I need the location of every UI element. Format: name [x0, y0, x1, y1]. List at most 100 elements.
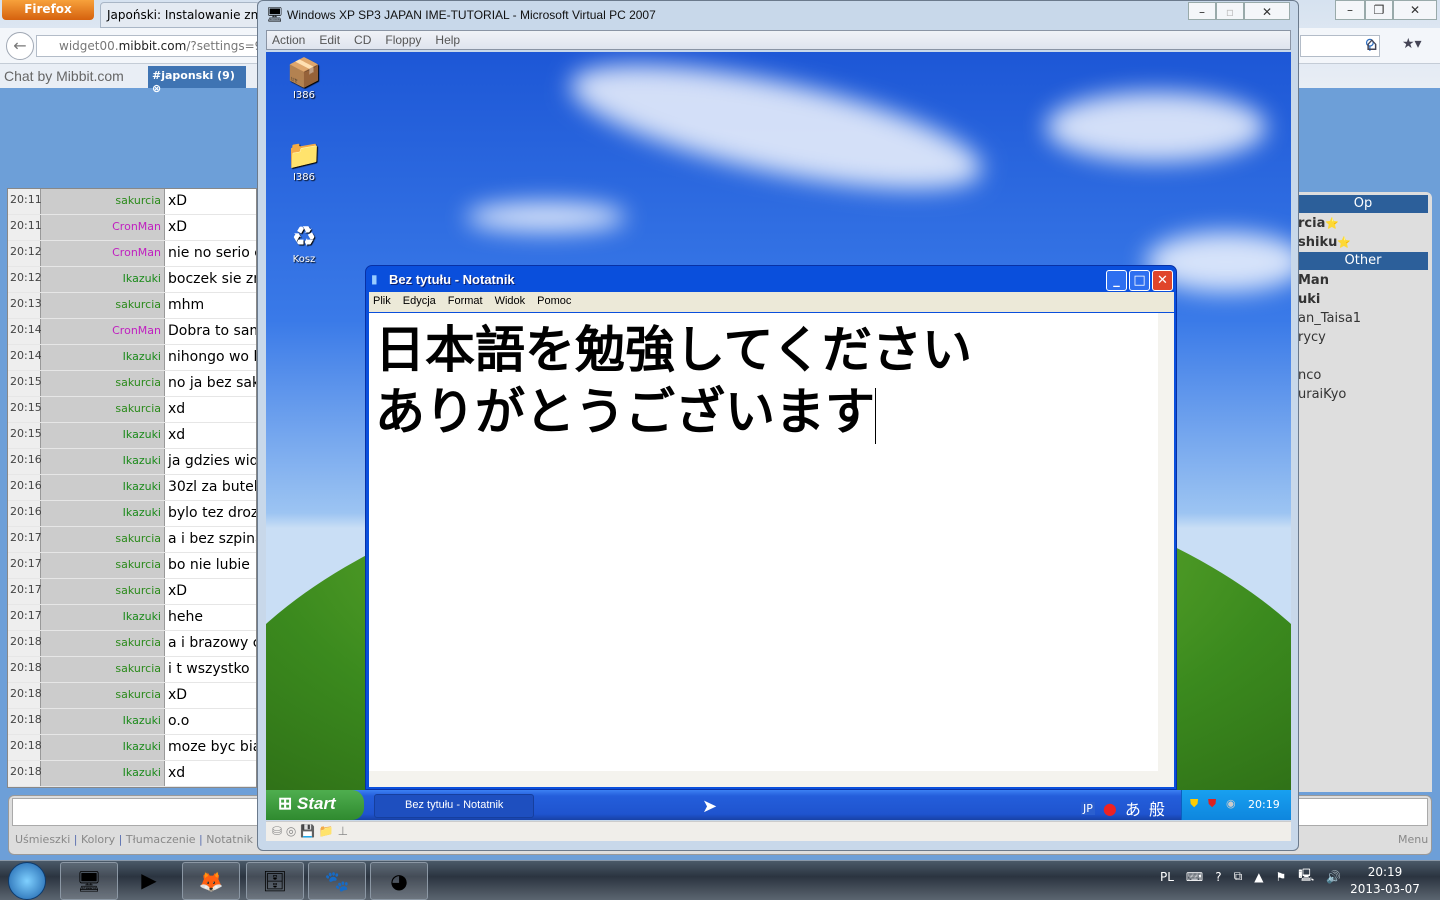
- taskbar-firefox-icon[interactable]: 🦊: [182, 862, 240, 900]
- keyboard-icon[interactable]: ⌨: [1186, 870, 1203, 884]
- desktop-icon[interactable]: 📦 I386: [274, 56, 334, 101]
- message-time: 20:16: [8, 449, 42, 474]
- vpc-menu-item[interactable]: CD: [354, 31, 371, 49]
- menu-link[interactable]: Menu: [1398, 833, 1428, 846]
- close-tab-icon[interactable]: ⊗: [152, 82, 161, 95]
- drive-icons[interactable]: ⛁ ◎ 💾 📁 ⊥: [272, 824, 348, 838]
- bookmarks-icon[interactable]: ★▾: [1402, 36, 1422, 52]
- clock[interactable]: 20:19 2013-03-07: [1350, 864, 1420, 898]
- user-item[interactable]: shiku⭐: [1298, 233, 1432, 252]
- message-nick[interactable]: CronMan: [41, 215, 164, 240]
- user-item[interactable]: an_Taisa1: [1298, 309, 1432, 328]
- message-nick[interactable]: sakurcia: [41, 657, 164, 682]
- message-nick[interactable]: Ikazuki: [41, 423, 164, 448]
- restore-button[interactable]: ❐: [1365, 0, 1393, 20]
- user-item[interactable]: rycy: [1298, 328, 1432, 347]
- user-item[interactable]: rcia⭐: [1298, 214, 1432, 233]
- message-nick[interactable]: Ikazuki: [41, 345, 164, 370]
- toolbar-link[interactable]: Kolory: [81, 833, 115, 846]
- horizontal-scrollbar[interactable]: [369, 771, 1174, 787]
- vpc-menu-item[interactable]: Floppy: [385, 31, 421, 49]
- ime-bar[interactable]: JP ● あ 般: [1081, 796, 1165, 820]
- vpc-minimize-button[interactable]: –: [1188, 2, 1216, 20]
- vpc-close-button[interactable]: ✕: [1244, 2, 1290, 20]
- message-nick[interactable]: sakurcia: [41, 397, 164, 422]
- user-item[interactable]: Man: [1298, 271, 1432, 290]
- message-nick[interactable]: sakurcia: [41, 683, 164, 708]
- user-item[interactable]: uki: [1298, 290, 1432, 309]
- action-center-flag-icon[interactable]: ⚑: [1275, 870, 1286, 884]
- notepad-maximize-button[interactable]: □: [1129, 270, 1150, 291]
- message-nick[interactable]: sakurcia: [41, 527, 164, 552]
- message-nick[interactable]: CronMan: [41, 241, 164, 266]
- show-hidden-icons[interactable]: ▲: [1254, 870, 1263, 884]
- message-nick[interactable]: Ikazuki: [41, 449, 164, 474]
- start-orb[interactable]: [8, 862, 46, 900]
- home-icon[interactable]: ⌂: [1366, 34, 1377, 55]
- user-item[interactable]: uraiKyo: [1298, 385, 1432, 404]
- user-list[interactable]: Op rcia⭐ shiku⭐ Other Man uki an_Taisa1 rycy…: [1298, 192, 1432, 792]
- close-button[interactable]: ✕: [1393, 0, 1437, 20]
- desktop-icon[interactable]: ♻ Kosz: [274, 220, 334, 265]
- message-nick[interactable]: sakurcia: [41, 189, 164, 214]
- toolbar-link[interactable]: Notatnik: [206, 833, 253, 846]
- taskbar-item-notepad[interactable]: Bez tytułu - Notatnik: [374, 794, 534, 818]
- notepad-menu-item[interactable]: Edycja: [403, 292, 436, 312]
- message-nick[interactable]: Ikazuki: [41, 709, 164, 734]
- security-shield-icon[interactable]: ⛊: [1190, 797, 1198, 811]
- language-indicator[interactable]: PL: [1160, 870, 1174, 884]
- message-nick[interactable]: Ikazuki: [41, 501, 164, 526]
- vpc-maximize-button[interactable]: ▫: [1216, 2, 1244, 20]
- taskbar-virtual-pc-icon[interactable]: 🗄: [246, 862, 304, 900]
- desktop-icon[interactable]: 📁 I386: [274, 138, 334, 183]
- message-nick[interactable]: sakurcia: [41, 371, 164, 396]
- volume-icon[interactable]: 🔊: [1326, 870, 1341, 884]
- vertical-scrollbar[interactable]: [1158, 313, 1174, 771]
- network-icon[interactable]: 🖳: [1298, 866, 1314, 887]
- ime-conversion-mode[interactable]: 般: [1149, 796, 1165, 820]
- notepad-menu-item[interactable]: Format: [448, 292, 483, 312]
- toolbar-link[interactable]: Uśmieszki: [15, 833, 70, 846]
- vpc-menu-item[interactable]: Edit: [319, 31, 340, 49]
- taskbar-gimp-icon[interactable]: 🐾: [308, 862, 366, 900]
- taskbar-media-player-icon[interactable]: ▶: [120, 862, 178, 900]
- url-bar[interactable]: widget00.mibbit.com/?settings=9070: [36, 35, 258, 57]
- ime-icon[interactable]: ●: [1103, 799, 1117, 818]
- message-nick[interactable]: sakurcia: [41, 293, 164, 318]
- chat-log[interactable]: 20:11 sakurcia xD 20:11 CronMan xD 20:12 CronMa…: [7, 188, 257, 788]
- message-nick[interactable]: Ikazuki: [41, 475, 164, 500]
- start-button[interactable]: ⊞ Start: [266, 790, 364, 820]
- ime-language[interactable]: JP: [1081, 801, 1095, 815]
- message-nick[interactable]: Ikazuki: [41, 735, 164, 760]
- back-button[interactable]: ←: [6, 32, 34, 60]
- message-nick[interactable]: Ikazuki: [41, 267, 164, 292]
- ime-toggle-icon[interactable]: ⧉: [1234, 869, 1243, 884]
- taskbar-picasa-icon[interactable]: ◕: [370, 862, 428, 900]
- vpc-menu-item[interactable]: Action: [272, 31, 305, 49]
- minimize-button[interactable]: –: [1335, 0, 1365, 20]
- channel-tab[interactable]: #japonski (9) ⊗: [148, 66, 246, 95]
- vpc-menu-item[interactable]: Help: [435, 31, 460, 49]
- security-alert-icon[interactable]: ⛊: [1208, 797, 1216, 811]
- notepad-close-button[interactable]: ✕: [1152, 270, 1173, 291]
- help-icon[interactable]: ?: [1215, 870, 1221, 884]
- speaker-icon[interactable]: ◉: [1226, 797, 1236, 810]
- firefox-menu-button[interactable]: Firefox: [2, 0, 94, 20]
- user-item[interactable]: [1298, 347, 1432, 366]
- message-nick[interactable]: sakurcia: [41, 553, 164, 578]
- ime-input-mode[interactable]: あ: [1125, 796, 1141, 820]
- notepad-menu-item[interactable]: Plik: [373, 292, 391, 312]
- notepad-text-area[interactable]: 日本語を勉強してください ありがとうございます: [369, 313, 1158, 771]
- toolbar-link[interactable]: Tłumaczenie: [126, 833, 196, 846]
- browser-tab[interactable]: Japoński: Instalowanie znaków: [100, 2, 260, 28]
- message-nick[interactable]: Ikazuki: [41, 605, 164, 630]
- message-nick[interactable]: sakurcia: [41, 579, 164, 604]
- notepad-menu-item[interactable]: Pomoc: [537, 292, 571, 312]
- notepad-menu-item[interactable]: Widok: [495, 292, 526, 312]
- taskbar-computer-icon[interactable]: 🖥: [60, 862, 118, 900]
- message-nick[interactable]: sakurcia: [41, 631, 164, 656]
- message-nick[interactable]: CronMan: [41, 319, 164, 344]
- message-nick[interactable]: Ikazuki: [41, 761, 164, 786]
- notepad-minimize-button[interactable]: _: [1106, 270, 1127, 291]
- user-item[interactable]: nco: [1298, 366, 1432, 385]
